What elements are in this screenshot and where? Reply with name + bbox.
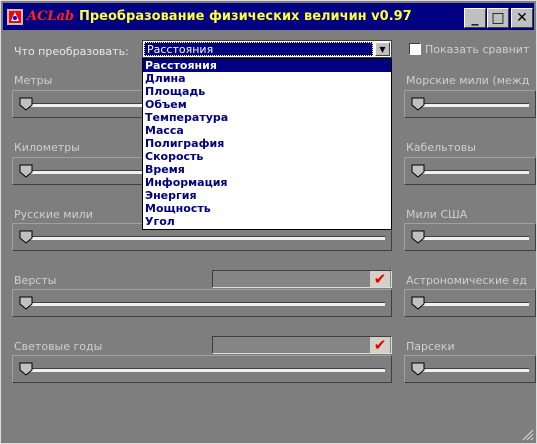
- value-field-light-years[interactable]: ✔: [212, 336, 392, 354]
- dropdown-option[interactable]: Мощность: [143, 202, 391, 215]
- convert-label: Что преобразовать:: [14, 45, 129, 58]
- window-brand: ACLab: [27, 9, 75, 24]
- dropdown-option[interactable]: Расстояния: [143, 59, 391, 72]
- check-mark-icon[interactable]: ✔: [370, 270, 390, 288]
- compare-checkbox-label: Показать сравнит: [425, 43, 530, 56]
- compare-checkbox-area[interactable]: Показать сравнит: [407, 40, 537, 60]
- slider-light-years[interactable]: [12, 355, 392, 383]
- resize-grip-icon[interactable]: [522, 429, 534, 441]
- minimize-button[interactable]: _: [464, 8, 486, 28]
- main-window: ACLab Преобразование физических величин …: [0, 0, 537, 444]
- slider-thumb-icon[interactable]: [19, 362, 33, 376]
- minimize-icon: _: [471, 10, 479, 26]
- slider-thumb-icon[interactable]: [411, 296, 425, 310]
- slider-track: [419, 302, 529, 306]
- window-title: Преобразование физических величин v0.97: [79, 9, 412, 24]
- slider-track: [419, 170, 529, 174]
- category-select[interactable]: Расстояния ▼: [142, 40, 392, 58]
- slider-thumb-icon[interactable]: [411, 362, 425, 376]
- category-dropdown-list[interactable]: Расстояния Длина Площадь Объем Температу…: [142, 58, 392, 230]
- unit-label-parsecs: Парсеки: [406, 340, 455, 353]
- dropdown-option[interactable]: Информация: [143, 176, 391, 189]
- unit-label-us-miles: Мили США: [406, 208, 468, 221]
- value-field-versts[interactable]: ✔: [212, 270, 392, 288]
- slider-thumb-icon[interactable]: [19, 230, 33, 244]
- compare-checkbox[interactable]: [409, 43, 421, 55]
- slider-parsecs[interactable]: [404, 355, 536, 383]
- slider-track: [27, 368, 385, 372]
- slider-track: [27, 236, 385, 240]
- unit-label-versts: Версты: [14, 274, 57, 287]
- dropdown-option[interactable]: Масса: [143, 124, 391, 137]
- slider-thumb-icon[interactable]: [411, 164, 425, 178]
- slider-thumb-icon[interactable]: [19, 296, 33, 310]
- aclab-app-icon[interactable]: [7, 9, 23, 25]
- dropdown-option[interactable]: Полиграфия: [143, 137, 391, 150]
- slider-track: [27, 302, 385, 306]
- slider-astronomical-units[interactable]: [404, 289, 536, 317]
- slider-thumb-icon[interactable]: [19, 164, 33, 178]
- close-icon: ✕: [516, 10, 528, 26]
- slider-track: [419, 236, 529, 240]
- slider-cables[interactable]: [404, 157, 536, 185]
- dropdown-option[interactable]: Скорость: [143, 150, 391, 163]
- dropdown-option[interactable]: Энергия: [143, 189, 391, 202]
- unit-label-light-years: Световые годы: [14, 340, 103, 353]
- slider-thumb-icon[interactable]: [411, 230, 425, 244]
- unit-label-kilometers: Километры: [14, 141, 80, 154]
- unit-label-meters: Метры: [14, 74, 53, 87]
- unit-label-cables: Кабельтовы: [406, 141, 476, 154]
- dropdown-option[interactable]: Объем: [143, 98, 391, 111]
- chevron-down-icon: ▼: [379, 44, 386, 54]
- maximize-icon: □: [491, 10, 505, 26]
- slider-nautical-miles[interactable]: [404, 90, 536, 118]
- slider-us-miles[interactable]: [404, 223, 536, 251]
- dropdown-option[interactable]: Длина: [143, 72, 391, 85]
- dropdown-option[interactable]: Время: [143, 163, 391, 176]
- slider-track: [419, 368, 529, 372]
- unit-label-russian-miles: Русские мили: [14, 208, 93, 221]
- unit-label-nautical-miles: Морские мили (межд: [406, 74, 530, 87]
- title-bar[interactable]: ACLab Преобразование физических величин …: [3, 3, 534, 30]
- slider-thumb-icon[interactable]: [19, 97, 33, 111]
- category-select-value: Расстояния: [144, 42, 373, 56]
- dropdown-button[interactable]: ▼: [375, 42, 390, 56]
- slider-versts[interactable]: [12, 289, 392, 317]
- dropdown-option[interactable]: Площадь: [143, 85, 391, 98]
- dropdown-option[interactable]: Угол: [143, 215, 391, 228]
- maximize-button[interactable]: □: [487, 8, 509, 28]
- check-mark-icon[interactable]: ✔: [370, 336, 390, 354]
- slider-track: [419, 103, 529, 107]
- slider-thumb-icon[interactable]: [411, 97, 425, 111]
- unit-label-astronomical-units: Астрономические ед: [406, 274, 527, 287]
- dropdown-option[interactable]: Температура: [143, 111, 391, 124]
- close-button[interactable]: ✕: [511, 8, 533, 28]
